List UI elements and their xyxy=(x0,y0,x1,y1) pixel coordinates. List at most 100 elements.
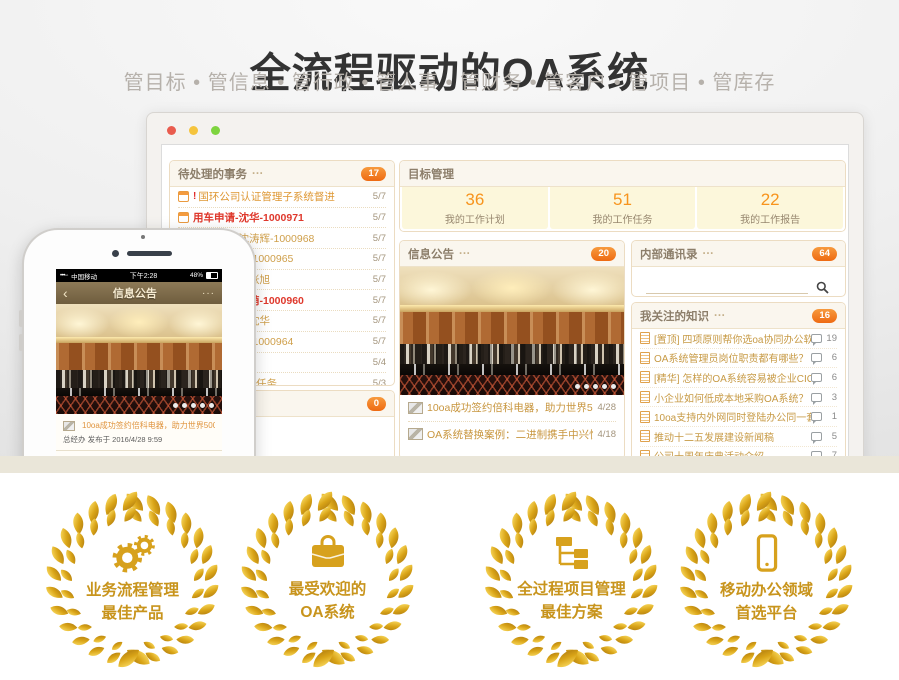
comment-icon xyxy=(811,471,822,473)
knowledge-item[interactable]: 10oa支持内外网同时登陆办公同一套数据？ 1 xyxy=(640,407,837,427)
volume-up-button[interactable] xyxy=(19,310,23,327)
count-badge: 20 xyxy=(591,247,616,261)
award-line1: 全过程项目管理 xyxy=(517,578,626,601)
comment-count: 5 xyxy=(825,431,837,442)
signal-icon: •••◦◦ xyxy=(60,273,68,279)
phone-news-photo[interactable] xyxy=(56,304,222,414)
search-icon[interactable] xyxy=(816,281,829,294)
more-dots-icon[interactable]: ··· xyxy=(459,248,471,260)
calendar-icon xyxy=(178,191,189,202)
image-icon xyxy=(63,421,75,431)
more-dots-icon[interactable]: ··· xyxy=(252,168,264,180)
todo-item[interactable]: ! 国环公司认证管理子系统督进 5/7 xyxy=(178,187,386,208)
panel-knowledge-header[interactable]: 我关注的知识 ··· 16 xyxy=(632,303,845,329)
count-badge: 0 xyxy=(367,397,386,411)
award-line2: OA系统 xyxy=(289,601,367,624)
panel-news: 信息公告 ··· 20 10oa成功签约倍科电器，助力世界500强 xyxy=(399,240,625,460)
todo-date: 5/7 xyxy=(373,274,386,285)
clock-label: 下午2:28 xyxy=(100,271,187,281)
page: 全流程驱动的OA系统 管目标 • 管信息 • 管行政 • 管人事 • 管财务 •… xyxy=(0,0,899,680)
award-line1: 业务流程管理 xyxy=(86,579,179,602)
todo-date: 5/7 xyxy=(373,336,386,347)
stat-work-reports[interactable]: 22 我的工作报告 xyxy=(697,187,843,229)
carousel-dot xyxy=(611,384,616,389)
award-line2: 最佳产品 xyxy=(86,602,179,625)
page-subtitle: 管目标 • 管信息 • 管行政 • 管人事 • 管财务 • 管客户 • 管项目 … xyxy=(0,66,899,95)
document-icon xyxy=(640,391,650,403)
award-line1: 移动办公领域 xyxy=(720,579,813,602)
browser-content: 待处理的事务 ··· 17 ! 国环公司认证管理子系统督进 5/7 用车申请-沈… xyxy=(161,144,849,473)
document-icon xyxy=(640,411,650,423)
news-photo[interactable] xyxy=(400,267,624,395)
knowledge-item[interactable]: [置顶] 四项原则帮你选oa协同办公软件 19 xyxy=(640,329,837,349)
comment-icon xyxy=(811,373,822,382)
image-icon xyxy=(408,402,423,414)
award-line2: 最佳方案 xyxy=(517,601,626,624)
carousel-dot xyxy=(191,403,196,408)
comment-count: 6 xyxy=(825,372,837,383)
phone-nav-bar: ‹ 信息公告 ··· xyxy=(56,282,222,304)
more-dots-icon[interactable]: ··· xyxy=(703,248,715,260)
comment-icon xyxy=(811,412,822,421)
document-icon xyxy=(640,430,650,442)
knowledge-item[interactable]: OA系统管理员岗位职责都有哪些？ 6 xyxy=(640,349,837,369)
knowledge-item[interactable]: 小企业如何低成本地采购OA系统？ 3 xyxy=(640,388,837,408)
battery-percent: 48% xyxy=(190,272,203,279)
close-window-icon[interactable] xyxy=(167,126,176,135)
todo-item[interactable]: 用车申请-沈华-1000971 5/7 xyxy=(178,208,386,229)
panel-news-header[interactable]: 信息公告 ··· 20 xyxy=(400,241,624,267)
calendar-icon xyxy=(178,212,189,223)
panel-title: 内部通讯录 xyxy=(640,246,698,262)
panel-contacts-header[interactable]: 内部通讯录 ··· 64 xyxy=(632,241,845,267)
panel-todo-header[interactable]: 待处理的事务 ··· 17 xyxy=(170,161,394,187)
award-line2: 首选平台 xyxy=(720,602,813,625)
comment-count: 6 xyxy=(825,352,837,363)
hero-section: 全流程驱动的OA系统 管目标 • 管信息 • 管行政 • 管人事 • 管财务 •… xyxy=(0,0,899,473)
todo-date: 5/7 xyxy=(373,253,386,264)
award-line1: 最受欢迎的 xyxy=(289,578,367,601)
more-dots-icon[interactable]: ··· xyxy=(714,310,726,322)
carousel-dot xyxy=(584,384,589,389)
image-icon xyxy=(408,428,423,440)
contact-search-input[interactable] xyxy=(646,275,808,294)
comment-icon xyxy=(811,353,822,362)
carousel-dots[interactable] xyxy=(173,403,214,408)
todo-date: 5/3 xyxy=(373,378,386,386)
panel-knowledge: 我关注的知识 ··· 16 [置顶] 四项原则帮你选oa协同办公软件 19 OA… xyxy=(631,302,846,473)
stat-work-tasks[interactable]: 51 我的工作任务 xyxy=(550,187,696,229)
knowledge-item[interactable]: 周六爬山公益活动 5 xyxy=(640,466,837,473)
news-item[interactable]: 10oa成功签约倍科电器，助力世界500强 4/28 xyxy=(408,395,616,422)
carousel-dot xyxy=(200,403,205,408)
document-icon xyxy=(640,332,650,344)
maximize-window-icon[interactable] xyxy=(211,126,220,135)
todo-date: 5/7 xyxy=(373,212,386,223)
gears-icon xyxy=(107,533,159,573)
count-badge: 17 xyxy=(361,167,386,181)
todo-date: 5/7 xyxy=(373,233,386,244)
knowledge-item[interactable]: [精华] 怎样的OA系统容易被企业CIO接受？ 6 xyxy=(640,368,837,388)
phone-news-item[interactable]: 10oa成功签约倍科电器，助力世界500强 总经办 发布于 2016/4/28 … xyxy=(56,414,222,451)
knowledge-item[interactable]: 公司十周年庆典活动介绍 7 xyxy=(640,447,837,467)
panel-title: 我关注的知识 xyxy=(640,308,709,324)
comment-icon xyxy=(811,451,822,460)
phone-camera-icon xyxy=(112,250,119,257)
phone-mockup: •••◦◦ 中国移动 下午2:28 48% ‹ 信息公告 ··· xyxy=(22,228,256,473)
carousel-dots[interactable] xyxy=(575,384,616,389)
knowledge-item[interactable]: 推动十二五发展建设新闻稿 5 xyxy=(640,427,837,447)
document-icon xyxy=(640,371,650,383)
phone-news-meta: 总经办 发布于 2016/4/28 9:59 xyxy=(63,434,215,445)
stat-work-plans[interactable]: 36 我的工作计划 xyxy=(402,187,548,229)
carousel-dot xyxy=(209,403,214,408)
news-date: 4/28 xyxy=(598,402,617,413)
carousel-dot xyxy=(602,384,607,389)
carrier-label: 中国移动 xyxy=(71,271,97,281)
award-badge-bpm: 业务流程管理 最佳产品 xyxy=(41,487,225,671)
more-dots-icon[interactable]: ··· xyxy=(202,288,215,299)
document-icon xyxy=(640,469,650,473)
news-item[interactable]: OA系统替换案例：二进制携手中兴恒业 4/18 xyxy=(408,422,616,448)
smartphone-icon xyxy=(754,533,780,573)
comment-count: 1 xyxy=(825,411,837,422)
panel-goals-header: 目标管理 xyxy=(400,161,845,187)
minimize-window-icon[interactable] xyxy=(189,126,198,135)
volume-down-button[interactable] xyxy=(19,334,23,351)
